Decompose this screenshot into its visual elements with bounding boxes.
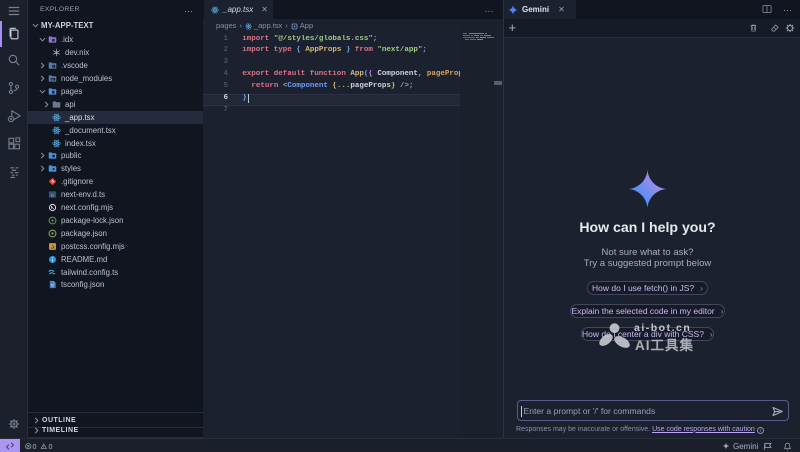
svg-text:ts: ts [51,192,54,197]
